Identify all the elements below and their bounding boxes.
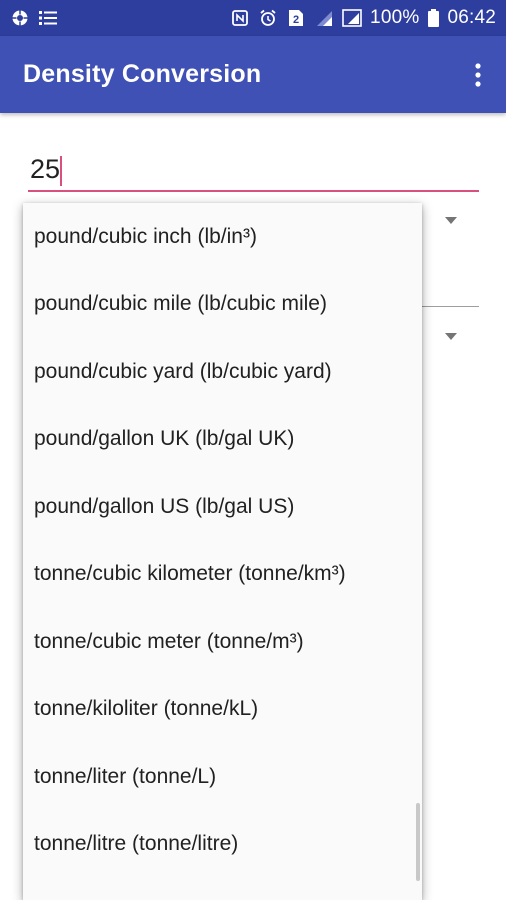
- overflow-menu-icon: [475, 62, 481, 87]
- text-cursor: [60, 156, 62, 186]
- alarm-icon: [258, 8, 278, 28]
- dropdown-item[interactable]: pound/cubic mile (lb/cubic mile): [23, 271, 422, 339]
- unit-dropdown-list[interactable]: pound/cubic inch (lb/in³) pound/cubic mi…: [23, 203, 422, 900]
- battery-percent: 100%: [370, 7, 420, 28]
- signal-icon: [314, 8, 334, 28]
- status-bar: 2 100% 06:42: [0, 0, 506, 36]
- dropdown-item[interactable]: tonne/litre (tonne/litre): [23, 811, 422, 879]
- app-title: Density Conversion: [23, 60, 262, 88]
- svg-text:2: 2: [293, 14, 299, 26]
- to-unit-dropdown-arrow-icon[interactable]: [445, 333, 457, 340]
- app-notification-icon: [10, 8, 30, 28]
- status-left: [10, 8, 58, 28]
- value-input[interactable]: [28, 148, 479, 192]
- list-notification-icon: [38, 8, 58, 28]
- nfc-icon: [230, 8, 250, 28]
- dropdown-item[interactable]: pound/cubic yard (lb/cubic yard): [23, 338, 422, 406]
- overflow-menu-button[interactable]: [466, 55, 490, 95]
- dropdown-item[interactable]: tonne/liter (tonne/L): [23, 743, 422, 811]
- dropdown-item[interactable]: tonne/cubic meter (tonne/m³): [23, 608, 422, 676]
- battery-icon: [427, 8, 439, 28]
- app-bar: Density Conversion: [0, 36, 506, 113]
- signal-r-icon: [342, 8, 362, 28]
- from-unit-dropdown-arrow-icon[interactable]: [445, 217, 457, 224]
- clock: 06:42: [447, 7, 496, 28]
- result-underline: [420, 306, 479, 307]
- dropdown-item[interactable]: tonne/cubic kilometer (tonne/km³): [23, 541, 422, 609]
- dropdown-item[interactable]: tonne/kiloliter (tonne/kL): [23, 676, 422, 744]
- dropdown-item[interactable]: pound/cubic inch (lb/in³): [23, 203, 422, 271]
- dropdown-item[interactable]: pound/gallon US (lb/gal US): [23, 473, 422, 541]
- sim-2-icon: 2: [286, 8, 306, 28]
- dropdown-item[interactable]: pound/gallon UK (lb/gal UK): [23, 406, 422, 474]
- status-right: 2 100% 06:42: [230, 7, 496, 29]
- dropdown-scrollbar[interactable]: [416, 803, 420, 881]
